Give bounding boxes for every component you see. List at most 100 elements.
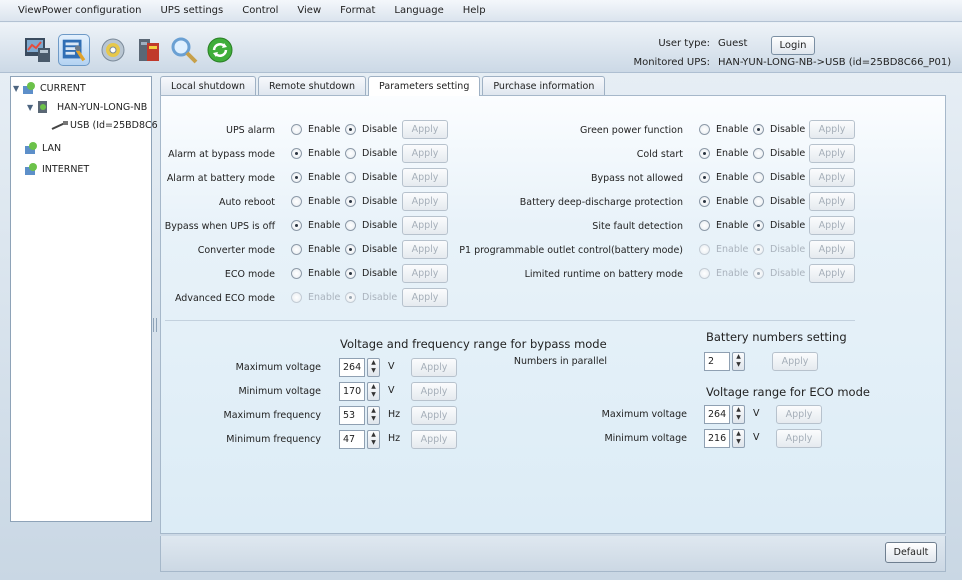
menu-format[interactable]: Format (340, 5, 375, 16)
expand-icon[interactable]: ▼ (13, 84, 21, 93)
apply-button[interactable]: Apply (776, 405, 822, 424)
range-value-stepper[interactable]: ▲ ▼ (732, 405, 745, 424)
divider (165, 320, 855, 321)
tab-local-shutdown[interactable]: Local shutdown (160, 76, 256, 95)
disable-radio[interactable] (753, 172, 764, 183)
numbers-in-parallel-input[interactable]: 2 (704, 352, 730, 371)
default-button[interactable]: Default (885, 542, 937, 563)
enable-radio[interactable] (699, 244, 710, 255)
enable-label: Enable (716, 172, 749, 183)
setting-row: Advanced ECO mode Enable Disable Apply (161, 288, 941, 307)
numbers-in-parallel-stepper[interactable]: ▲ ▼ (732, 352, 745, 371)
apply-button[interactable]: Apply (776, 429, 822, 448)
range-label: Maximum voltage (601, 408, 687, 420)
apply-button[interactable]: Apply (809, 264, 855, 283)
setting-label: Advanced ECO mode (174, 292, 275, 304)
apply-button[interactable]: Apply (809, 120, 855, 139)
range-label: Minimum voltage (604, 432, 687, 444)
apply-button[interactable]: Apply (809, 240, 855, 259)
expand-icon[interactable]: ▼ (27, 103, 35, 112)
range-value-stepper[interactable]: ▲ ▼ (732, 429, 745, 448)
monitor-icon[interactable] (22, 34, 54, 66)
setting-label: P1 programmable outlet control(battery m… (459, 244, 683, 256)
refresh-icon[interactable] (204, 34, 236, 66)
user-type-label: User type: (658, 38, 710, 49)
range-value-input[interactable]: 170 (339, 382, 365, 401)
network-icon (25, 163, 37, 175)
disable-label: Disable (770, 172, 806, 183)
apply-button[interactable]: Apply (809, 192, 855, 211)
tree-item-lan[interactable]: LAN (23, 140, 61, 156)
tree-item-host[interactable]: ▼ HAN-YUN-LONG-NB (27, 99, 147, 115)
enable-radio[interactable] (699, 220, 710, 231)
tab-parameters-setting[interactable]: Parameters setting (368, 76, 481, 96)
network-icon (25, 142, 37, 154)
tree-item-current[interactable]: ▼ CURRENT (13, 80, 86, 96)
menu-control[interactable]: Control (242, 5, 278, 16)
tab-remote-shutdown[interactable]: Remote shutdown (258, 76, 367, 95)
tree-item-internet[interactable]: INTERNET (23, 161, 89, 177)
menu-help[interactable]: Help (463, 5, 486, 16)
apply-button[interactable]: Apply (402, 288, 448, 307)
enable-radio[interactable] (291, 292, 302, 303)
tree-item-usb[interactable]: USB (Id=25BD8C6 (51, 119, 158, 131)
disable-radio[interactable] (753, 124, 764, 135)
range-value-input[interactable]: 216 (704, 429, 730, 448)
enable-radio[interactable] (699, 124, 710, 135)
computer-icon (38, 101, 47, 113)
battery-section-title: Battery numbers setting (706, 330, 847, 344)
tab-purchase-information[interactable]: Purchase information (482, 76, 606, 95)
ups-icon[interactable] (133, 34, 165, 66)
unit-label: V (388, 385, 395, 396)
menu-ups-settings[interactable]: UPS settings (160, 5, 223, 16)
menu-viewpower-configuration[interactable]: ViewPower configuration (18, 5, 141, 16)
unit-label: V (753, 432, 760, 443)
enable-label: Enable (716, 220, 749, 231)
enable-radio[interactable] (699, 172, 710, 183)
setting-label: Cold start (636, 148, 683, 160)
apply-button[interactable]: Apply (809, 216, 855, 235)
enable-label: Enable (716, 244, 749, 255)
splitter-handle[interactable] (153, 318, 157, 332)
cd-icon[interactable] (97, 34, 129, 66)
login-button[interactable]: Login (771, 36, 815, 55)
menu-view[interactable]: View (297, 5, 321, 16)
setting-label: Limited runtime on battery mode (524, 268, 683, 280)
apply-button[interactable]: Apply (411, 382, 457, 401)
battery-apply-button[interactable]: Apply (772, 352, 818, 371)
range-label: Minimum voltage (238, 385, 321, 397)
enable-radio[interactable] (699, 196, 710, 207)
disable-label: Disable (770, 268, 806, 279)
apply-button[interactable]: Apply (809, 168, 855, 187)
setting-label: Bypass not allowed (590, 172, 683, 184)
disable-label: Disable (770, 196, 806, 207)
disable-label: Disable (770, 220, 806, 231)
disable-radio[interactable] (753, 268, 764, 279)
range-row: Minimum voltage 216 ▲ ▼ V Apply (161, 429, 941, 448)
disable-radio[interactable] (753, 196, 764, 207)
disable-radio[interactable] (753, 244, 764, 255)
setting-row: Green power function Enable Disable Apply (161, 120, 941, 139)
search-icon[interactable] (168, 34, 200, 66)
toolbar: User type: Guest Login Monitored UPS: HA… (0, 23, 962, 73)
range-value-stepper[interactable]: ▲ ▼ (367, 382, 380, 401)
menu-bar: ViewPower configuration UPS settings Con… (0, 0, 962, 22)
setting-row: Bypass not allowed Enable Disable Apply (161, 168, 941, 187)
apply-button[interactable]: Apply (809, 144, 855, 163)
menu-language[interactable]: Language (394, 5, 443, 16)
monitored-ups-label: Monitored UPS: (633, 57, 710, 68)
battery-parallel-row: Numbers in parallel 2 ▲ ▼ Apply (161, 352, 861, 371)
setting-row: Limited runtime on battery mode Enable Dis… (161, 264, 941, 283)
setting-row: P1 programmable outlet control(battery m… (161, 240, 941, 259)
range-value-input[interactable]: 264 (704, 405, 730, 424)
enable-radio[interactable] (699, 148, 710, 159)
setting-row: Cold start Enable Disable Apply (161, 144, 941, 163)
eco-section-title: Voltage range for ECO mode (706, 385, 870, 399)
enable-radio[interactable] (699, 268, 710, 279)
enable-label: Enable (716, 196, 749, 207)
disable-radio[interactable] (753, 148, 764, 159)
disable-radio[interactable] (345, 292, 356, 303)
disable-radio[interactable] (753, 220, 764, 231)
settings-tools-icon[interactable] (58, 34, 90, 66)
disable-label: Disable (362, 292, 398, 303)
